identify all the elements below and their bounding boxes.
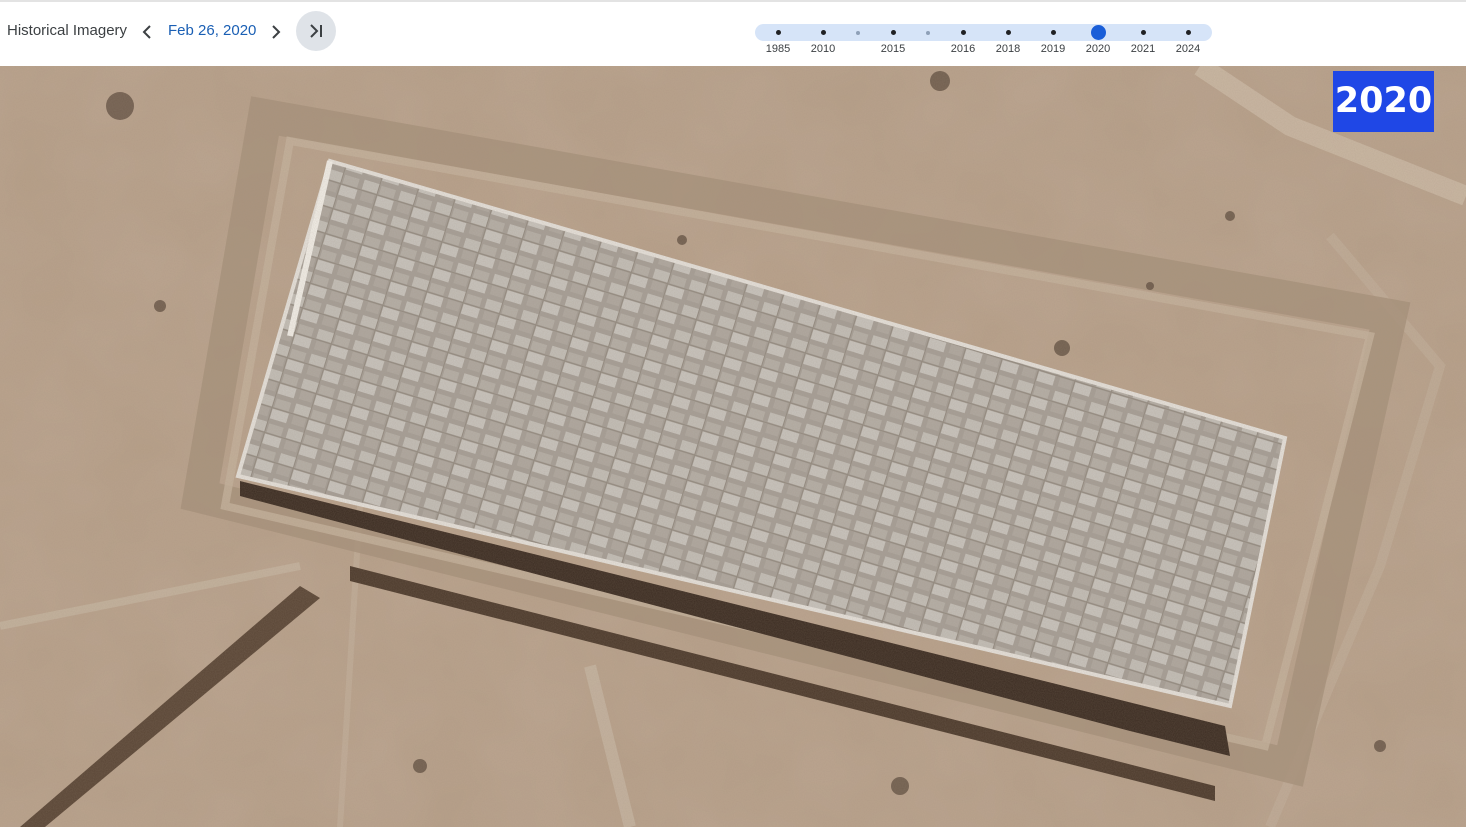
timeline-dot — [1185, 30, 1191, 35]
timeline-dot — [890, 30, 896, 35]
timeline-tick-2015[interactable] — [885, 24, 902, 41]
timeline-dot — [820, 30, 826, 35]
timeline-dot — [856, 30, 860, 35]
timeline-dot — [1050, 30, 1056, 35]
timeline-tick-2018[interactable] — [1000, 24, 1017, 41]
year-badge: 2020 — [1333, 71, 1434, 132]
timeline-dot — [775, 30, 781, 35]
timeline-year-label[interactable]: 2019 — [1031, 43, 1075, 55]
timeline-dot — [1005, 30, 1011, 35]
timeline-tick-1985[interactable] — [770, 24, 787, 41]
historical-imagery-viewer: Historical Imagery Feb 26, 2020 1985 2010… — [0, 0, 1466, 827]
timeline-dot — [960, 30, 966, 35]
timeline-minor-tick[interactable] — [850, 24, 867, 41]
timeline-year-label[interactable]: 2010 — [801, 43, 845, 55]
timeline-tick-2024[interactable] — [1180, 24, 1197, 41]
timeline-year-label[interactable]: 2020 — [1076, 43, 1120, 55]
timeline-year-label[interactable]: 2024 — [1166, 43, 1210, 55]
timeline-tick-2016[interactable] — [955, 24, 972, 41]
imagery-toolbar: Historical Imagery Feb 26, 2020 1985 2010… — [0, 0, 1466, 66]
timeline-dot — [926, 30, 930, 35]
timeline-year-label[interactable]: 2016 — [941, 43, 985, 55]
timeline-year-label[interactable]: 2021 — [1121, 43, 1165, 55]
timeline-dot — [1140, 30, 1146, 35]
timeline-tick-2019[interactable] — [1045, 24, 1062, 41]
satellite-imagery — [0, 66, 1466, 827]
timeline-slider[interactable]: 1985 2010 2015 2016 2018 2019 2020 2021 2024 — [0, 2, 1466, 68]
timeline-tick-2020[interactable] — [1090, 24, 1107, 41]
timeline-minor-tick[interactable] — [920, 24, 937, 41]
timeline-handle — [1090, 25, 1106, 40]
timeline-tick-2021[interactable] — [1135, 24, 1152, 41]
timeline-tick-2010[interactable] — [815, 24, 832, 41]
timeline-year-label[interactable]: 2018 — [986, 43, 1030, 55]
timeline-year-label[interactable]: 2015 — [871, 43, 915, 55]
satellite-image[interactable] — [0, 66, 1466, 827]
timeline-year-label[interactable]: 1985 — [756, 43, 800, 55]
